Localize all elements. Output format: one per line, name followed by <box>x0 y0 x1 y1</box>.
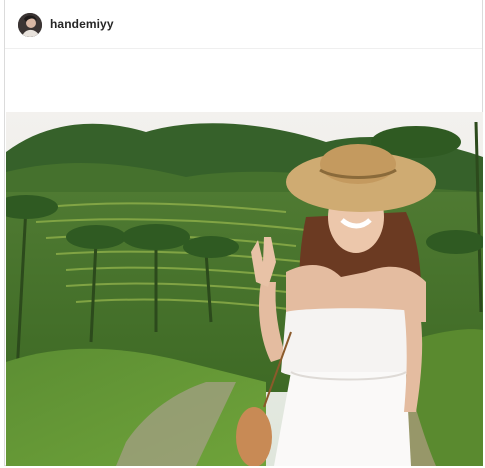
avatar[interactable] <box>18 13 42 37</box>
profile-avatar-icon <box>18 13 42 37</box>
username-link[interactable]: handemiyy <box>50 17 114 31</box>
post-card: handemiyy <box>4 0 483 466</box>
post-header: handemiyy <box>5 0 482 49</box>
post-photo[interactable] <box>6 112 483 466</box>
photo-image <box>6 112 483 466</box>
